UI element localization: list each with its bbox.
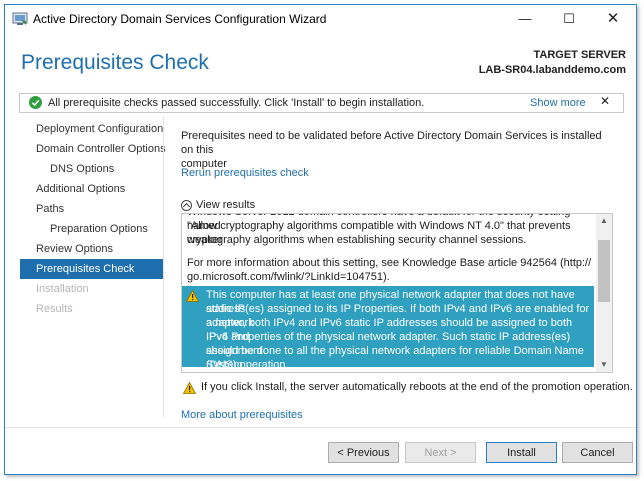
rerun-prerequisites-link[interactable]: Rerun prerequisites check <box>181 167 309 179</box>
window-title: Active Directory Domain Services Configu… <box>33 12 327 26</box>
nav-item-preparation-options[interactable]: Preparation Options <box>20 219 163 239</box>
cancel-button[interactable]: Cancel <box>562 442 633 463</box>
target-server-label: TARGET SERVER <box>533 49 627 61</box>
nav-item-domain-controller-options[interactable]: Domain Controller Options <box>20 139 166 159</box>
selected-warning-item[interactable]: This computer has at least one physical … <box>182 286 594 371</box>
results-box[interactable]: Windows Server 2012 domain controllers h… <box>181 213 613 373</box>
nav-item-prerequisites-check[interactable]: Prerequisites Check <box>20 259 163 279</box>
nav-item-deployment-configuration[interactable]: Deployment Configuration <box>20 119 163 139</box>
footer-divider <box>5 427 636 428</box>
nav-item-additional-options[interactable]: Additional Options <box>20 179 163 199</box>
warning-icon <box>186 290 199 302</box>
target-server-name: LAB-SR04.labanddemo.com <box>478 64 626 76</box>
nav-item-installation: Installation <box>36 283 89 295</box>
nav-item-results: Results <box>36 303 73 315</box>
result-line: For more information about this setting,… <box>187 257 592 269</box>
reboot-warning-text: If you click Install, the server automat… <box>201 381 633 393</box>
minimize-button[interactable]: — <box>504 5 546 33</box>
banner-close-icon[interactable]: ✕ <box>600 94 610 108</box>
view-results-toggle[interactable]: View results <box>181 199 255 213</box>
status-message: All prerequisite checks passed successfu… <box>48 97 425 109</box>
result-line: go.microsoft.com/fwlink/?LinkId=104751). <box>187 271 390 283</box>
show-more-link[interactable]: Show more <box>530 97 586 109</box>
results-scrollbar[interactable]: ▲ ▼ <box>596 214 612 372</box>
scroll-up-arrow-icon[interactable]: ▲ <box>596 214 612 228</box>
page-title: Prerequisites Check <box>21 51 209 74</box>
maximize-button[interactable]: ☐ <box>548 5 590 33</box>
warning-icon <box>183 382 196 394</box>
description: Prerequisites need to be validated befor… <box>181 129 611 171</box>
install-button[interactable]: Install <box>486 442 557 463</box>
nav-item-paths[interactable]: Paths <box>20 199 163 219</box>
view-results-label: View results <box>196 199 256 211</box>
more-about-prerequisites-link[interactable]: More about prerequisites <box>181 409 303 421</box>
next-button: Next > <box>405 442 476 463</box>
warning-line: (DNS) operation. <box>206 359 289 371</box>
result-line: cryptography algorithms when establishin… <box>187 234 527 246</box>
collapse-chevron-icon <box>181 200 192 211</box>
green-check-icon <box>29 96 42 109</box>
ad-wizard-app-icon <box>12 12 28 25</box>
close-button[interactable]: ✕ <box>592 5 634 33</box>
title-bar[interactable]: Active Directory Domain Services Configu… <box>5 5 636 33</box>
wizard-window: Active Directory Domain Services Configu… <box>4 4 637 475</box>
status-banner: All prerequisite checks passed successfu… <box>19 93 624 113</box>
previous-button[interactable]: < Previous <box>328 442 399 463</box>
nav-item-dns-options[interactable]: DNS Options <box>20 159 163 179</box>
scrollbar-thumb[interactable] <box>598 240 610 302</box>
nav-divider <box>163 117 164 417</box>
nav-item-review-options[interactable]: Review Options <box>20 239 163 259</box>
scroll-down-arrow-icon[interactable]: ▼ <box>596 358 612 372</box>
description-line: Prerequisites need to be validated befor… <box>181 130 602 156</box>
